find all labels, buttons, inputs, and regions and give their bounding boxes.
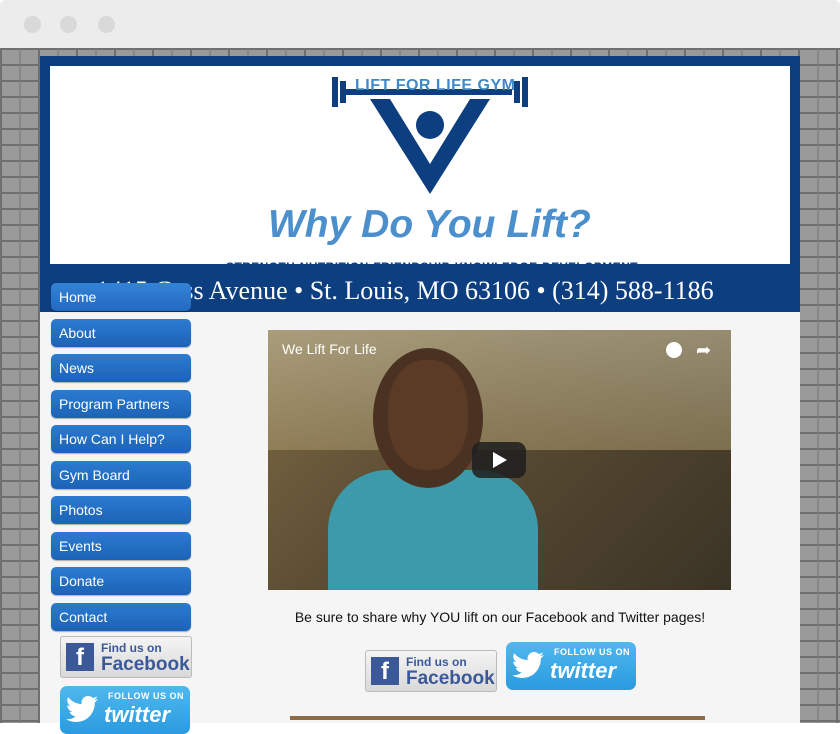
- tagline: STRENGTH•NUTRITION•FRIENDSHIP•KNOWLEDGE•…: [226, 260, 638, 274]
- twitter-badge-bottom-text: twitter: [104, 702, 170, 727]
- facebook-badge-top-text: Find us on: [406, 655, 467, 669]
- nav-home[interactable]: Home: [51, 283, 191, 311]
- twitter-badge-top-text: FOLLOW US ON: [108, 691, 184, 701]
- main-facebook-badge[interactable]: f Find us on Facebook: [365, 650, 497, 692]
- nav-how-can-i-help[interactable]: How Can I Help?: [51, 425, 191, 453]
- video-thumbnail-figure-face: [388, 360, 468, 470]
- play-button[interactable]: [472, 442, 526, 478]
- nav-donate[interactable]: Donate: [51, 567, 191, 595]
- main-twitter-badge[interactable]: FOLLOW US ON twitter: [506, 642, 636, 690]
- nav-program-partners[interactable]: Program Partners: [51, 389, 191, 418]
- window-close-dot[interactable]: [24, 16, 41, 33]
- twitter-bird-icon: [66, 696, 98, 722]
- nav-news[interactable]: News: [51, 354, 191, 382]
- window-minimize-dot[interactable]: [60, 16, 77, 33]
- twitter-badge-top-text: FOLLOW US ON: [554, 647, 630, 657]
- sidebar-twitter-badge[interactable]: FOLLOW US ON twitter: [60, 686, 190, 734]
- facebook-badge-bottom-text: Facebook: [406, 668, 495, 689]
- section-divider: [290, 716, 705, 720]
- nav-about[interactable]: About: [51, 318, 191, 347]
- video-thumbnail-figure-shirt: [328, 470, 538, 590]
- video-player[interactable]: We Lift For Life ➦: [268, 330, 731, 590]
- facebook-icon: f: [66, 643, 94, 671]
- nav-gym-board[interactable]: Gym Board: [51, 460, 191, 489]
- watch-later-icon[interactable]: [666, 342, 682, 358]
- main-nav: Home About News Program Partners How Can…: [51, 283, 191, 638]
- gym-name: LIFT FOR LIFE GYM: [355, 77, 516, 94]
- facebook-badge-top-text: Find us on: [101, 641, 162, 655]
- share-message: Be sure to share why YOU lift on our Fac…: [294, 609, 706, 625]
- headline: Why Do You Lift?: [268, 203, 591, 246]
- window-maximize-dot[interactable]: [98, 16, 115, 33]
- site-header: LIFT FOR LIFE GYM Why Do You Lift? STREN…: [40, 56, 800, 312]
- share-icon[interactable]: ➦: [696, 340, 711, 361]
- facebook-icon: f: [371, 657, 399, 685]
- facebook-badge-bottom-text: Facebook: [101, 654, 190, 675]
- nav-events[interactable]: Events: [51, 531, 191, 560]
- page-container: LIFT FOR LIFE GYM Why Do You Lift? STREN…: [40, 56, 800, 734]
- video-title[interactable]: We Lift For Life: [282, 341, 377, 357]
- browser-chrome: [0, 0, 840, 48]
- header-logo-panel: LIFT FOR LIFE GYM Why Do You Lift? STREN…: [50, 66, 790, 274]
- sidebar-facebook-badge[interactable]: f Find us on Facebook: [60, 636, 192, 678]
- twitter-badge-bottom-text: twitter: [550, 658, 616, 683]
- nav-photos[interactable]: Photos: [51, 496, 191, 524]
- twitter-bird-icon: [512, 652, 544, 678]
